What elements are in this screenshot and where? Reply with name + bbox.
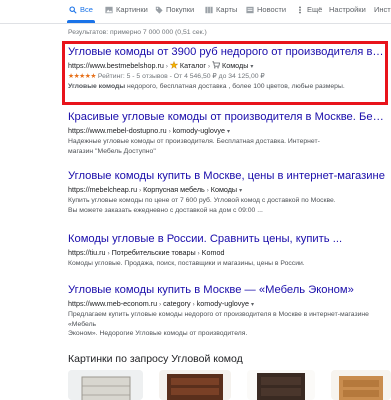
result-url-text: https://www.meb-econom.ru: [68, 299, 158, 308]
dresser-image: [247, 370, 315, 400]
tab-settings[interactable]: Настройки: [329, 5, 366, 14]
result-snippet: Надежные угловые комоды от производителя…: [68, 137, 386, 156]
result-title-link[interactable]: Угловые комоды купить в Москве, цены в и…: [68, 170, 386, 183]
map-icon: [205, 6, 213, 13]
tag-icon: [155, 6, 163, 14]
breadcrumb: komody-uglovye: [172, 126, 226, 135]
search-result: Комоды угловые в России. Сравнить цены, …: [68, 233, 386, 269]
image-thumbnail[interactable]: [247, 370, 315, 400]
more-icon: [299, 6, 301, 13]
search-result: Красивые угловые комоды от производителя…: [68, 111, 386, 156]
snippet-text: недорого, бесплатная доставка , более 10…: [125, 83, 345, 90]
result-url[interactable]: https://www.bestmebelshop.ru › Каталог ›…: [68, 61, 386, 72]
dropdown-arrow-icon[interactable]: ▾: [227, 129, 230, 135]
tab-maps[interactable]: Карты: [205, 5, 237, 14]
result-title-link[interactable]: Красивые угловые комоды от производителя…: [68, 111, 386, 124]
result-snippet: Предлагаем купить угловые комоды недорог…: [68, 310, 386, 339]
breadcrumb: Komod: [201, 248, 225, 257]
breadcrumb: Корпусная мебель: [143, 185, 205, 194]
image-thumbnail[interactable]: [68, 370, 143, 400]
chevron-right-icon: ›: [159, 302, 162, 308]
breadcrumb: Потребительские товары: [111, 248, 196, 257]
result-url-text: https://tiu.ru: [68, 248, 106, 257]
snippet-line: магазин "Мебель Доступно": [68, 147, 156, 155]
result-url[interactable]: https://www.meb-econom.ru › category › k…: [68, 299, 386, 310]
result-snippet: Купить угловые комоды по цене от 7 600 р…: [68, 196, 386, 215]
tab-label: Инстр: [374, 5, 391, 14]
chevron-right-icon: ›: [139, 188, 142, 194]
snippet-line: Купить угловые комоды по цене от 7 600 р…: [68, 197, 336, 204]
snippet-line: Предлагаем купить угловые комоды недорог…: [68, 311, 369, 328]
cart-icon: [212, 61, 221, 69]
result-url[interactable]: https://tiu.ru › Потребительские товары …: [68, 248, 386, 259]
chevron-right-icon: ›: [192, 302, 195, 308]
news-icon: [246, 6, 254, 13]
search-tabs: Все Картинки Покупки Карты Новости Ещё Н…: [0, 0, 391, 24]
chevron-right-icon: ›: [165, 64, 168, 70]
result-snippet: Комоды угловые. Продажа, поиск, поставщи…: [68, 260, 305, 267]
rating-line: ★★★★★ Рейтинг: 5 - 5 отзывов - От 4 546,…: [68, 72, 386, 82]
result-url-text: https://mebelcheap.ru: [68, 185, 138, 194]
image-thumbnails: [68, 370, 391, 400]
search-result: Угловые комоды купить в Москве, цены в и…: [68, 170, 386, 215]
tab-label: Картинки: [116, 5, 148, 14]
result-url-text: https://www.mebel-dostupno.ru: [68, 126, 167, 135]
result-url[interactable]: https://www.mebel-dostupno.ru › komody-u…: [68, 126, 386, 137]
breadcrumb: Каталог: [179, 61, 207, 70]
images-section-title[interactable]: Картинки по запросу Угловой комод: [68, 353, 243, 365]
snippet-line: Надежные угловые комоды от производителя…: [68, 138, 320, 145]
result-title-link[interactable]: Угловые комоды от 3900 руб недорого от п…: [68, 46, 386, 59]
result-url-text: https://www.bestmebelshop.ru: [68, 61, 164, 70]
tab-more[interactable]: Ещё: [296, 5, 322, 14]
tab-all[interactable]: Все: [67, 5, 95, 23]
tab-shopping[interactable]: Покупки: [155, 5, 194, 14]
dresser-image: [68, 370, 143, 400]
result-title-link[interactable]: Комоды угловые в России. Сравнить цены, …: [68, 233, 386, 246]
snippet-line: Эконом». Недорогие Угловые комоды от про…: [68, 330, 248, 338]
rating-stars: ★★★★★: [68, 73, 96, 80]
dropdown-arrow-icon[interactable]: ▾: [250, 64, 253, 70]
chevron-right-icon: ›: [208, 64, 211, 70]
image-icon: [105, 6, 113, 13]
chevron-right-icon: ›: [206, 188, 209, 194]
tab-label: Новости: [257, 5, 287, 14]
result-url[interactable]: https://mebelcheap.ru › Корпусная мебель…: [68, 185, 386, 196]
tab-label: Покупки: [166, 5, 195, 14]
tab-label: Все: [80, 5, 93, 14]
breadcrumb: Комоды: [210, 185, 238, 194]
dropdown-arrow-icon[interactable]: ▾: [251, 302, 254, 308]
chevron-right-icon: ›: [197, 251, 200, 257]
snippet-line: Вы можете заказать ежедневно с доставкой…: [68, 206, 263, 214]
breadcrumb: Комоды: [222, 61, 249, 70]
search-result: Угловые комоды купить в Москве — «Мебель…: [68, 284, 386, 339]
tab-news[interactable]: Новости: [246, 5, 286, 14]
chevron-right-icon: ›: [107, 251, 110, 257]
image-thumbnail[interactable]: [331, 370, 391, 400]
breadcrumb: komody-uglovye: [196, 299, 249, 308]
result-snippet: Угловые комоды недорого, бесплатная дост…: [68, 82, 386, 92]
tab-label: Настройки: [329, 5, 366, 14]
dresser-image: [331, 370, 391, 400]
tab-label: Ещё: [307, 5, 323, 14]
result-stats: Результатов: примерно 7 000 000 (0,51 се…: [68, 29, 207, 36]
dresser-image: [159, 370, 231, 400]
tab-images[interactable]: Картинки: [105, 5, 148, 14]
tab-tools[interactable]: Инстр: [374, 5, 391, 14]
result-title-link[interactable]: Угловые комоды купить в Москве — «Мебель…: [68, 284, 386, 297]
rating-text: Рейтинг: 5 - 5 отзывов - От 4 546,50 ₽ д…: [97, 73, 265, 80]
star-icon: [169, 61, 179, 69]
tab-label: Карты: [216, 5, 238, 14]
breadcrumb: category: [163, 299, 191, 308]
search-icon: [69, 5, 77, 14]
image-thumbnail[interactable]: [159, 370, 231, 400]
snippet-bold: Угловые комоды: [68, 83, 126, 90]
search-result: Угловые комоды от 3900 руб недорого от п…: [68, 46, 386, 92]
dropdown-arrow-icon[interactable]: ▾: [239, 188, 242, 194]
chevron-right-icon: ›: [168, 129, 171, 135]
